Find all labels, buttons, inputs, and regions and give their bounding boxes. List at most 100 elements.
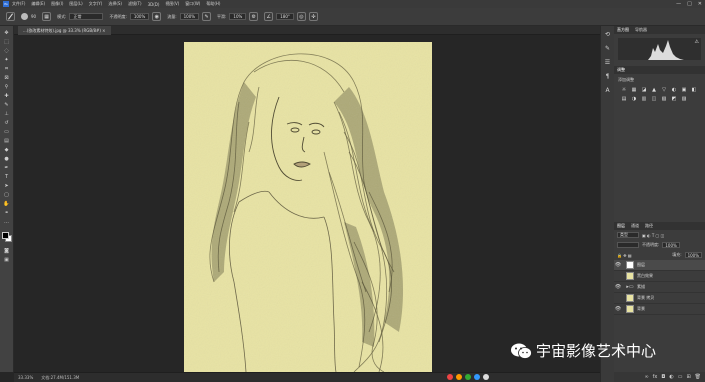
flow-field[interactable]: 100%: [179, 13, 200, 20]
quick-mask-icon[interactable]: ◙: [2, 247, 11, 255]
gradient-tool-icon[interactable]: ▤: [2, 137, 11, 145]
document-canvas[interactable]: [184, 42, 432, 372]
tool-preset-picker[interactable]: [6, 12, 15, 21]
pressure-size-icon[interactable]: ◎: [296, 12, 306, 21]
symmetry-icon[interactable]: ✣: [308, 12, 318, 21]
blur-tool-icon[interactable]: ◆: [2, 146, 11, 154]
hand-tool-icon[interactable]: ✋: [2, 200, 11, 208]
hue-saturation-icon[interactable]: ◐: [670, 86, 678, 93]
tab-layers[interactable]: 图层: [617, 223, 625, 229]
new-group-icon[interactable]: ▭: [678, 374, 683, 380]
pressure-opacity-icon[interactable]: ◉: [152, 12, 162, 21]
layer-row[interactable]: 背景 拷贝: [614, 293, 705, 304]
menu-filter[interactable]: 滤镜(T): [128, 1, 142, 7]
photo-filter-icon[interactable]: ▤: [620, 95, 628, 102]
zoom-tool-icon[interactable]: ⚭: [2, 209, 11, 217]
histogram-warning-icon[interactable]: ⚠: [695, 39, 699, 45]
canvas-area[interactable]: [14, 35, 600, 372]
levels-icon[interactable]: ▦: [630, 86, 638, 93]
crop-tool-icon[interactable]: ⌗: [2, 65, 11, 73]
menu-type[interactable]: 文字(Y): [89, 1, 103, 7]
lasso-tool-icon[interactable]: ◌: [2, 47, 11, 55]
smoothing-field[interactable]: 10%: [229, 13, 247, 20]
color-swatches[interactable]: [1, 231, 13, 243]
eye-icon[interactable]: 👁: [614, 284, 622, 290]
menu-view[interactable]: 视图(V): [165, 1, 179, 7]
brightness-contrast-icon[interactable]: ☼: [620, 86, 628, 93]
adjustment-layer-icon[interactable]: ◐: [669, 374, 673, 380]
eyedropper-tool-icon[interactable]: ⚲: [2, 83, 11, 91]
color-balance-icon[interactable]: ▣: [680, 86, 688, 93]
exposure-icon[interactable]: ▲: [650, 86, 658, 93]
menu-3d[interactable]: 3D(D): [148, 2, 160, 7]
maximize-button[interactable]: □: [687, 1, 692, 7]
document-tab[interactable]: ...(欲改素材特效).jpg @ 33.3% (RGB/8#) ×: [18, 26, 111, 35]
tray-app-icon[interactable]: [474, 374, 480, 380]
airbrush-icon[interactable]: ✎: [202, 12, 212, 21]
new-layer-icon[interactable]: ⊞: [686, 374, 690, 380]
brush-settings-toggle[interactable]: ▦: [42, 12, 52, 21]
invert-icon[interactable]: ◫: [650, 95, 658, 102]
tray-app-icon[interactable]: [447, 374, 453, 380]
tab-histogram[interactable]: 直方图: [617, 27, 629, 33]
layer-row[interactable]: 👁 背景: [614, 304, 705, 315]
color-lookup-icon[interactable]: ▥: [640, 95, 648, 102]
minimize-button[interactable]: —: [676, 1, 681, 7]
eye-icon[interactable]: 👁: [614, 306, 622, 312]
marquee-tool-icon[interactable]: ⬚: [2, 38, 11, 46]
layer-kind-filter[interactable]: 类型: [617, 232, 639, 238]
opacity-field[interactable]: 100%: [129, 13, 150, 20]
tray-app-icon[interactable]: [465, 374, 471, 380]
screen-mode-icon[interactable]: ▣: [2, 256, 11, 264]
clone-stamp-tool-icon[interactable]: ⊥: [2, 110, 11, 118]
tab-navigator[interactable]: 导航器: [635, 27, 647, 33]
mode-select[interactable]: 正常: [69, 13, 104, 20]
eye-icon[interactable]: 👁: [614, 262, 622, 268]
history-icon[interactable]: ⟲: [604, 30, 612, 38]
character-icon[interactable]: A: [604, 86, 612, 94]
more-tools-icon[interactable]: …: [2, 218, 11, 226]
trash-icon[interactable]: 🗑: [695, 374, 701, 380]
move-tool-icon[interactable]: ✥: [2, 29, 11, 37]
properties-icon[interactable]: ☰: [604, 58, 612, 66]
layer-opacity-field[interactable]: 100%: [662, 242, 680, 248]
layer-style-icon[interactable]: fx: [653, 374, 658, 380]
black-white-icon[interactable]: ◧: [690, 86, 698, 93]
layer-row[interactable]: 👁 图层: [614, 260, 705, 271]
layer-row[interactable]: 👁 ▸▭ 素描: [614, 282, 705, 293]
zoom-level[interactable]: 33.33%: [18, 375, 33, 380]
shape-tool-icon[interactable]: ▢: [2, 191, 11, 199]
brush-tool-icon[interactable]: ✎: [2, 101, 11, 109]
menu-file[interactable]: 文件(F): [12, 1, 25, 7]
quick-select-tool-icon[interactable]: ✦: [2, 56, 11, 64]
tab-adjustments[interactable]: 调整: [617, 67, 625, 73]
dodge-tool-icon[interactable]: ●: [2, 155, 11, 163]
brush-size-picker[interactable]: 90: [21, 13, 36, 20]
menu-layer[interactable]: 图层(L): [69, 1, 82, 7]
healing-brush-tool-icon[interactable]: ✚: [2, 92, 11, 100]
brush-presets-icon[interactable]: ✎: [604, 44, 612, 52]
menu-edit[interactable]: 编辑(E): [31, 1, 45, 7]
type-tool-icon[interactable]: T: [2, 173, 11, 181]
tray-app-icon[interactable]: [456, 374, 462, 380]
menu-help[interactable]: 帮助(H): [206, 1, 220, 7]
tray-app-icon[interactable]: [483, 374, 489, 380]
menu-select[interactable]: 选择(S): [108, 1, 122, 7]
frame-tool-icon[interactable]: ⊠: [2, 74, 11, 82]
eraser-tool-icon[interactable]: ▭: [2, 128, 11, 136]
paragraph-icon[interactable]: ¶: [604, 72, 612, 80]
layer-row[interactable]: 黑白效果: [614, 271, 705, 282]
history-brush-tool-icon[interactable]: ↺: [2, 119, 11, 127]
vibrance-icon[interactable]: ▽: [660, 86, 668, 93]
link-layers-icon[interactable]: ∞: [644, 374, 648, 380]
filter-icons[interactable]: ▣ ◐ T ▢ ◫: [642, 233, 664, 238]
gradient-map-icon[interactable]: ▨: [680, 95, 688, 102]
document-info[interactable]: 文档:27.4M/151.3M: [41, 375, 79, 381]
close-button[interactable]: ✕: [698, 1, 702, 7]
posterize-icon[interactable]: ▧: [660, 95, 668, 102]
add-mask-icon[interactable]: ◘: [661, 374, 665, 380]
layer-fill-field[interactable]: 100%: [684, 252, 702, 258]
blend-mode-select[interactable]: [617, 242, 639, 248]
threshold-icon[interactable]: ◩: [670, 95, 678, 102]
gear-icon[interactable]: ⚙: [249, 12, 259, 21]
